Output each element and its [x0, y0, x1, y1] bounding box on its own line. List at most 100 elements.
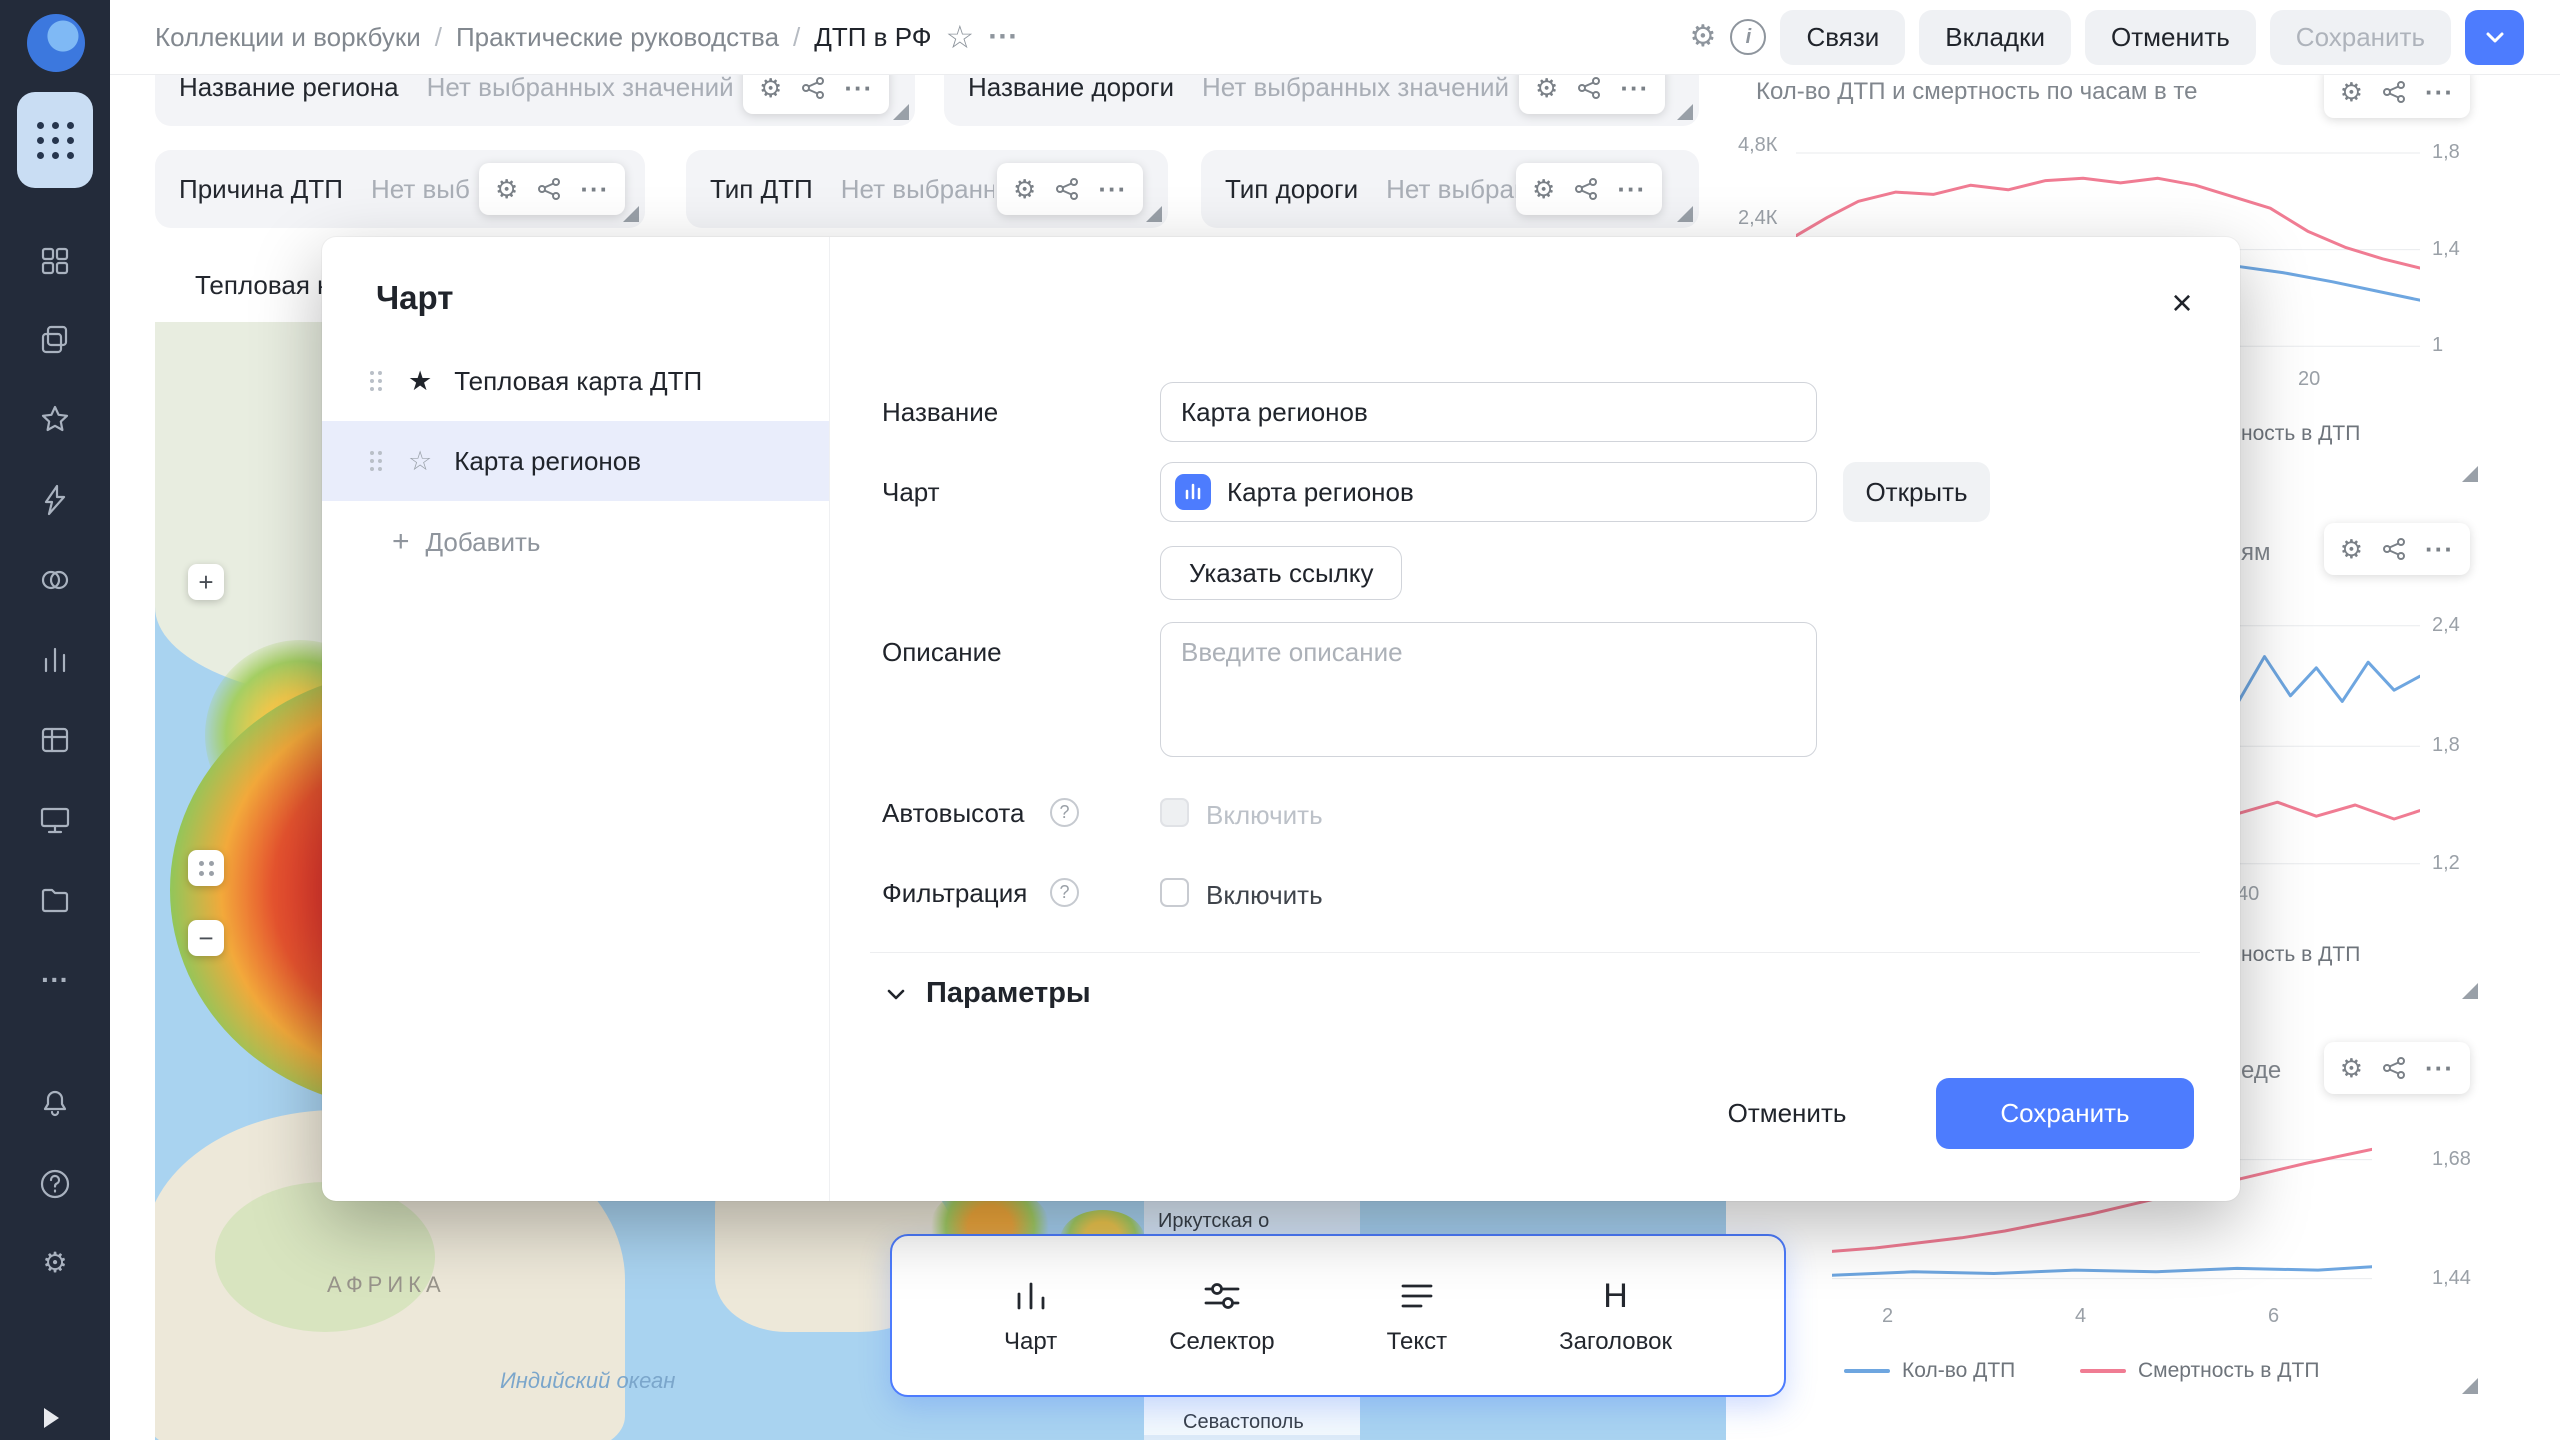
legend-line-sample	[1844, 1369, 1890, 1373]
favorite-star-icon[interactable]: ☆	[946, 21, 975, 53]
resize-handle[interactable]	[1677, 206, 1693, 222]
question-icon	[38, 1167, 72, 1201]
more-icon[interactable]: ···	[988, 22, 1018, 52]
chart-input[interactable]: Карта регионов	[1160, 462, 1817, 522]
drag-handle-icon[interactable]	[370, 451, 382, 471]
sidebar-item-tables[interactable]	[38, 723, 72, 757]
save-dropdown-button[interactable]	[2465, 10, 2524, 65]
filtering-checkbox[interactable]	[1160, 878, 1189, 907]
more-icon[interactable]: ···	[1620, 75, 1649, 101]
help-icon[interactable]: ?	[1050, 878, 1079, 907]
resize-handle[interactable]	[893, 104, 909, 120]
sidebar-item-help[interactable]	[38, 1167, 72, 1201]
layers-icon	[38, 323, 72, 357]
apps-menu-button[interactable]	[17, 92, 93, 188]
connections-icon[interactable]	[1573, 176, 1599, 202]
list-item-regions-map[interactable]: ☆ Карта регионов	[322, 421, 829, 501]
toolbar-item-chart[interactable]: Чарт	[1004, 1276, 1057, 1356]
map-zoom-out-button[interactable]: −	[188, 920, 224, 956]
more-icon[interactable]: ···	[2425, 79, 2454, 105]
breadcrumb-collections[interactable]: Коллекции и воркбуки	[155, 22, 421, 53]
y-axis-label: 1,4	[2432, 238, 2460, 261]
more-icon[interactable]: ···	[1617, 176, 1646, 202]
more-icon[interactable]: ···	[2425, 1055, 2454, 1081]
info-icon[interactable]: i	[1730, 19, 1766, 55]
toolbar-item-heading[interactable]: H Заголовок	[1559, 1276, 1672, 1356]
sidebar-item-settings[interactable]: ⚙	[38, 1246, 72, 1280]
help-icon[interactable]: ?	[1050, 798, 1079, 827]
list-item-heatmap[interactable]: ★ Тепловая карта ДТП	[322, 341, 829, 421]
more-icon[interactable]: ···	[580, 176, 609, 202]
expand-icon[interactable]	[44, 1408, 59, 1428]
sidebar-item-presentations[interactable]	[38, 803, 72, 837]
cancel-button[interactable]: Отменить	[2085, 10, 2256, 65]
gear-icon[interactable]: ⚙	[1532, 176, 1555, 202]
connections-icon[interactable]	[1054, 176, 1080, 202]
sidebar-item-more[interactable]: ···	[38, 963, 72, 997]
toolbar-item-selector[interactable]: Селектор	[1169, 1276, 1274, 1356]
sidebar-item-services[interactable]	[38, 563, 72, 597]
gear-icon[interactable]: ⚙	[2340, 536, 2363, 562]
gear-icon[interactable]: ⚙	[2340, 79, 2363, 105]
map-drag-handle[interactable]	[188, 850, 224, 886]
gear-icon[interactable]: ⚙	[1535, 75, 1558, 101]
description-textarea[interactable]	[1160, 622, 1817, 757]
sidebar-item-collections[interactable]	[38, 323, 72, 357]
sidebar-item-storage[interactable]	[38, 883, 72, 917]
chart-title: Кол-во ДТП и смертность по часам в те	[1756, 78, 2198, 106]
legend-line-sample	[2080, 1369, 2126, 1373]
connections-icon[interactable]	[2381, 1055, 2407, 1081]
links-button[interactable]: Связи	[1780, 10, 1905, 65]
sidebar-item-functions[interactable]	[38, 483, 72, 517]
chart-title-fragment: еде	[2241, 1057, 2281, 1085]
resize-handle[interactable]	[2462, 1378, 2478, 1394]
close-button[interactable]: ×	[2160, 281, 2204, 325]
star-filled-icon[interactable]: ★	[408, 368, 432, 395]
more-icon[interactable]: ···	[844, 75, 873, 101]
connections-icon[interactable]	[800, 75, 826, 101]
breadcrumb-separator: /	[793, 22, 800, 53]
gear-icon[interactable]: ⚙	[495, 176, 518, 202]
sidebar-item-charts[interactable]	[38, 643, 72, 677]
connections-icon[interactable]	[2381, 536, 2407, 562]
open-button[interactable]: Открыть	[1843, 462, 1990, 522]
connections-icon[interactable]	[2381, 79, 2407, 105]
tabs-button[interactable]: Вкладки	[1919, 10, 2071, 65]
connections-icon[interactable]	[1576, 75, 1602, 101]
name-input[interactable]	[1160, 382, 1817, 442]
save-button[interactable]: Сохранить	[2270, 10, 2451, 65]
set-link-button[interactable]: Указать ссылку	[1160, 546, 1402, 600]
dialog-cancel-button[interactable]: Отменить	[1717, 1085, 1857, 1141]
autoheight-checkbox[interactable]	[1160, 798, 1189, 827]
connections-icon[interactable]	[536, 176, 562, 202]
breadcrumb-guides[interactable]: Практические руководства	[456, 22, 779, 53]
datalens-logo[interactable]	[27, 14, 85, 72]
resize-handle[interactable]	[1677, 104, 1693, 120]
gear-icon[interactable]: ⚙	[2340, 1055, 2363, 1081]
sidebar-item-favorites[interactable]	[38, 403, 72, 437]
resize-handle[interactable]	[2462, 983, 2478, 999]
gear-icon[interactable]: ⚙	[759, 75, 782, 101]
sidebar-item-notifications[interactable]	[38, 1087, 72, 1121]
header-actions: ⚙ i Связи Вкладки Отменить Сохранить	[1690, 0, 2524, 74]
sidebar-item-dashboards[interactable]	[38, 244, 72, 278]
gear-icon[interactable]: ⚙	[1013, 176, 1036, 202]
legend-label: Кол-во ДТП	[1902, 1359, 2015, 1383]
params-section-toggle[interactable]: Параметры	[882, 977, 1091, 1010]
dialog-title: Чарт	[376, 279, 453, 317]
x-axis-tick: 4	[2075, 1305, 2086, 1328]
toolbar-item-text[interactable]: Текст	[1387, 1276, 1447, 1356]
resize-handle[interactable]	[1146, 206, 1162, 222]
more-icon[interactable]: ···	[2425, 536, 2454, 562]
map-zoom-in-button[interactable]: +	[188, 564, 224, 600]
add-item-button[interactable]: + Добавить	[392, 514, 540, 570]
gear-icon[interactable]: ⚙	[1690, 22, 1717, 52]
resize-handle[interactable]	[2462, 466, 2478, 482]
drag-handle-icon[interactable]	[370, 371, 382, 391]
autoheight-label: Автовысота	[882, 798, 1024, 829]
resize-handle[interactable]	[623, 206, 639, 222]
more-icon[interactable]: ···	[1098, 176, 1127, 202]
autoheight-enable-label: Включить	[1206, 800, 1323, 831]
star-outline-icon[interactable]: ☆	[408, 448, 432, 475]
dialog-save-button[interactable]: Сохранить	[1936, 1078, 2194, 1149]
